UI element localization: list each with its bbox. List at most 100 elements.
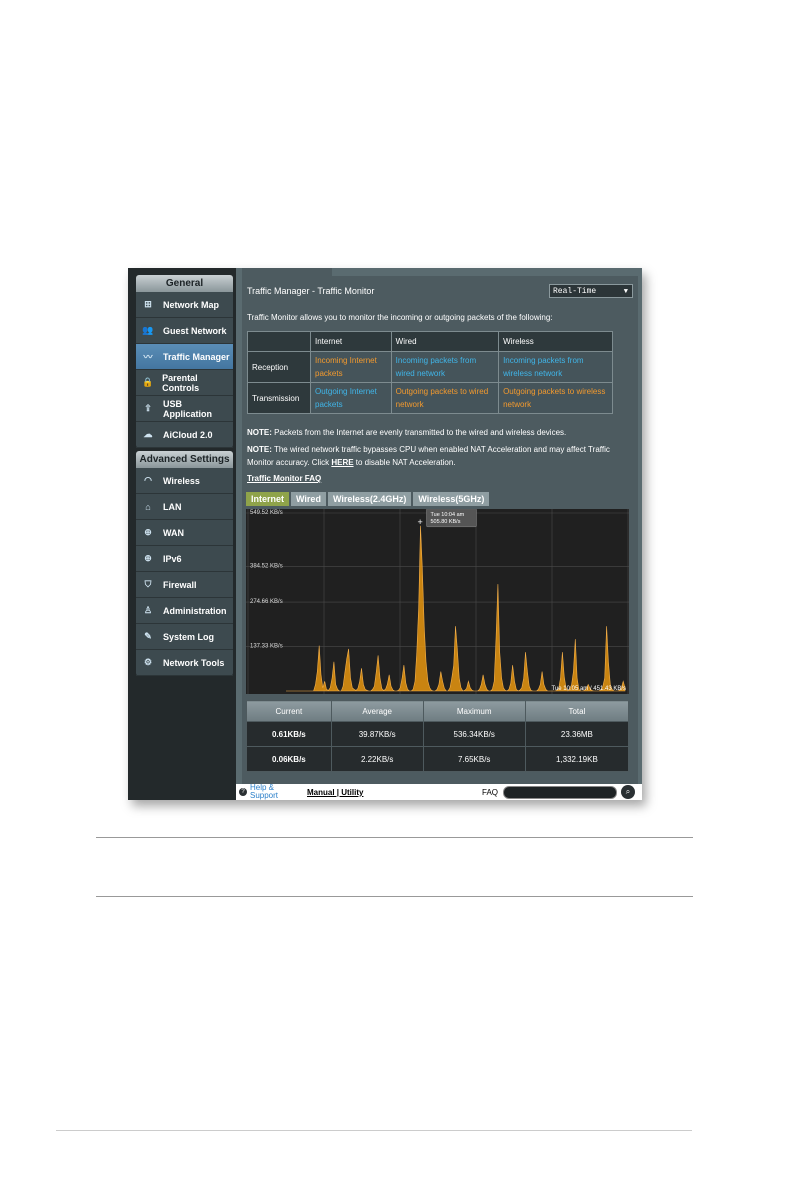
tooltip-time: Tue 10:04 am bbox=[430, 512, 464, 518]
search-icon[interactable]: ⌕ bbox=[621, 785, 635, 799]
lock-icon: 🔒 bbox=[141, 377, 154, 387]
tab-wired[interactable]: Wired bbox=[291, 492, 326, 506]
table-cell: Outgoing packets to wireless network bbox=[498, 382, 613, 414]
sidebar-item-label: Guest Network bbox=[163, 325, 227, 336]
sidebar-item-aicloud-2-0[interactable]: ☁ AiCloud 2.0 bbox=[136, 422, 233, 448]
sidebar-item-system-log[interactable]: ✎ System Log bbox=[136, 624, 233, 650]
sidebar-item-label: WAN bbox=[163, 527, 184, 538]
note-packets: NOTE: Packets from the Internet are even… bbox=[247, 426, 637, 439]
table-header-row: Internet Wired Wireless bbox=[247, 331, 613, 352]
divider-top bbox=[96, 837, 693, 838]
sidebar-item-wan[interactable]: ⊕ WAN bbox=[136, 520, 233, 546]
stats-cell: 23.36MB bbox=[524, 721, 630, 747]
sidebar-item-administration[interactable]: ♙ Administration bbox=[136, 598, 233, 624]
advanced-menu: ◠ Wireless ⌂ LAN ⊕ WAN ⊕ IPv6 ⛉ Firewall ♙ Administ… bbox=[136, 468, 233, 676]
table-cell: Incoming packets from wireless network bbox=[498, 351, 613, 383]
sidebar-item-label: Network Map bbox=[163, 299, 220, 310]
stats-header: Average bbox=[330, 700, 424, 722]
sidebar-item-parental-controls[interactable]: 🔒 Parental Controls bbox=[136, 370, 233, 396]
y-tick-label: 384.52 KB/s bbox=[250, 563, 283, 569]
usb-icon: ⇪ bbox=[144, 403, 152, 413]
description: Traffic Monitor allows you to monitor th… bbox=[247, 313, 553, 322]
log-icon: ✎ bbox=[144, 631, 152, 641]
home-icon: ⌂ bbox=[145, 501, 151, 512]
cloud-icon: ☁ bbox=[143, 429, 153, 439]
faq-link[interactable]: Traffic Monitor FAQ bbox=[247, 474, 321, 483]
sidebar-item-label: Parental Controls bbox=[162, 372, 200, 393]
tools-icon: ⚙ bbox=[143, 657, 153, 667]
row-label: Transmission bbox=[247, 382, 311, 414]
shield-icon: ⛉ bbox=[144, 579, 152, 589]
mode-select[interactable]: Real-Time ▼ bbox=[549, 284, 633, 298]
table-header: Internet bbox=[310, 331, 392, 352]
sidebar-item-ipv6[interactable]: ⊕ IPv6 bbox=[136, 546, 233, 572]
tab-internet[interactable]: Internet bbox=[246, 492, 290, 506]
sidebar: General ⊞ Network Map 👥 Guest Network 〰 Traff… bbox=[128, 268, 236, 800]
note-label: NOTE: bbox=[247, 445, 272, 454]
traffic-chart-svg: 549.52 KB/s 384.52 KB/s 274.66 KB/s 137.33 … bbox=[246, 508, 629, 694]
stats-cell: 1,332.19KB bbox=[524, 746, 630, 772]
note-tail: to disable NAT Acceleration. bbox=[353, 458, 456, 467]
tab-wireless-5g[interactable]: Wireless(5GHz) bbox=[413, 492, 490, 506]
sidebar-item-label: Wireless bbox=[163, 475, 200, 486]
traffic-manager-icon: 〰 bbox=[143, 352, 153, 362]
table-header bbox=[247, 331, 311, 352]
footer: ? Help & Support Manual | Utility FAQ ⌕ bbox=[236, 784, 642, 800]
network-map-icon: ⊞ bbox=[144, 299, 152, 309]
table-cell: Incoming packets from wired network bbox=[390, 351, 500, 383]
peak-marker: + bbox=[417, 517, 422, 527]
page-footer-rule bbox=[56, 1130, 692, 1131]
chart-time-label: Tue 10:05 am / 451.43 KB/s bbox=[552, 686, 627, 692]
tab-wireless-2g[interactable]: Wireless(2.4GHz) bbox=[327, 492, 412, 506]
stats-cell: 0.61KB/s bbox=[246, 721, 332, 747]
chevron-down-icon: ▼ bbox=[623, 288, 628, 296]
nat-disable-link[interactable]: HERE bbox=[331, 458, 353, 467]
advanced-section-title: Advanced Settings bbox=[136, 451, 233, 468]
y-tick-label: 274.66 KB/s bbox=[250, 599, 283, 605]
sidebar-item-wireless[interactable]: ◠ Wireless bbox=[136, 468, 233, 494]
note-label: NOTE: bbox=[247, 428, 272, 437]
stats-cell: 2.22KB/s bbox=[330, 746, 424, 772]
y-tick-label: 549.52 KB/s bbox=[250, 510, 283, 516]
sidebar-item-traffic-manager[interactable]: 〰 Traffic Manager bbox=[136, 344, 233, 370]
stats-row: 0.06KB/s 2.22KB/s 7.65KB/s 1,332.19KB bbox=[246, 746, 630, 772]
sidebar-item-guest-network[interactable]: 👥 Guest Network bbox=[136, 318, 233, 344]
stats-cell: 536.34KB/s bbox=[422, 721, 526, 747]
sidebar-item-firewall[interactable]: ⛉ Firewall bbox=[136, 572, 233, 598]
sidebar-item-usb-application[interactable]: ⇪ USB Application bbox=[136, 396, 233, 422]
sidebar-item-label: LAN bbox=[163, 501, 182, 512]
faq-search-input[interactable] bbox=[503, 786, 617, 799]
sidebar-item-network-tools[interactable]: ⚙ Network Tools bbox=[136, 650, 233, 676]
globe-icon: ⊕ bbox=[144, 527, 152, 537]
stats-header: Current bbox=[246, 700, 332, 722]
sidebar-item-label: USB Application bbox=[162, 398, 212, 419]
divider-bottom bbox=[96, 896, 693, 897]
sidebar-item-label: System Log bbox=[163, 631, 215, 642]
sidebar-item-label: Firewall bbox=[163, 579, 197, 590]
sidebar-item-label: AiCloud 2.0 bbox=[163, 429, 213, 440]
help-icon: ? bbox=[239, 788, 247, 796]
packet-table: Internet Wired Wireless Reception Incomi… bbox=[247, 331, 613, 414]
sidebar-item-label: Network Tools bbox=[163, 657, 225, 668]
help-support-link[interactable]: Help & Support bbox=[250, 784, 278, 800]
traffic-series-area bbox=[286, 525, 626, 692]
user-icon: ♙ bbox=[143, 605, 153, 615]
table-header: Wireless bbox=[498, 331, 613, 352]
stats-header-row: Current Average Maximum Total bbox=[246, 700, 630, 722]
manual-utility-links[interactable]: Manual | Utility bbox=[307, 788, 363, 797]
guest-network-icon: 👥 bbox=[142, 325, 154, 335]
page-title: Traffic Manager - Traffic Monitor bbox=[247, 286, 375, 296]
sidebar-item-lan[interactable]: ⌂ LAN bbox=[136, 494, 233, 520]
traffic-chart: 549.52 KB/s 384.52 KB/s 274.66 KB/s 137.33 … bbox=[246, 508, 629, 694]
table-cell: Incoming Internet packets bbox=[310, 351, 392, 383]
router-admin-screenshot: General ⊞ Network Map 👥 Guest Network 〰 Traff… bbox=[128, 268, 642, 800]
row-label: Reception bbox=[247, 351, 311, 383]
table-cell: Outgoing packets to wired network bbox=[390, 382, 500, 414]
ipv6-icon: ⊕ bbox=[144, 553, 152, 563]
sidebar-item-network-map[interactable]: ⊞ Network Map bbox=[136, 292, 233, 318]
sidebar-item-label: Traffic Manager bbox=[163, 351, 230, 362]
faq-label: FAQ bbox=[482, 788, 499, 797]
page-tab-notch bbox=[242, 268, 332, 276]
general-menu: ⊞ Network Map 👥 Guest Network 〰 Traffic Manag… bbox=[136, 292, 233, 448]
stats-header: Total bbox=[524, 700, 630, 722]
